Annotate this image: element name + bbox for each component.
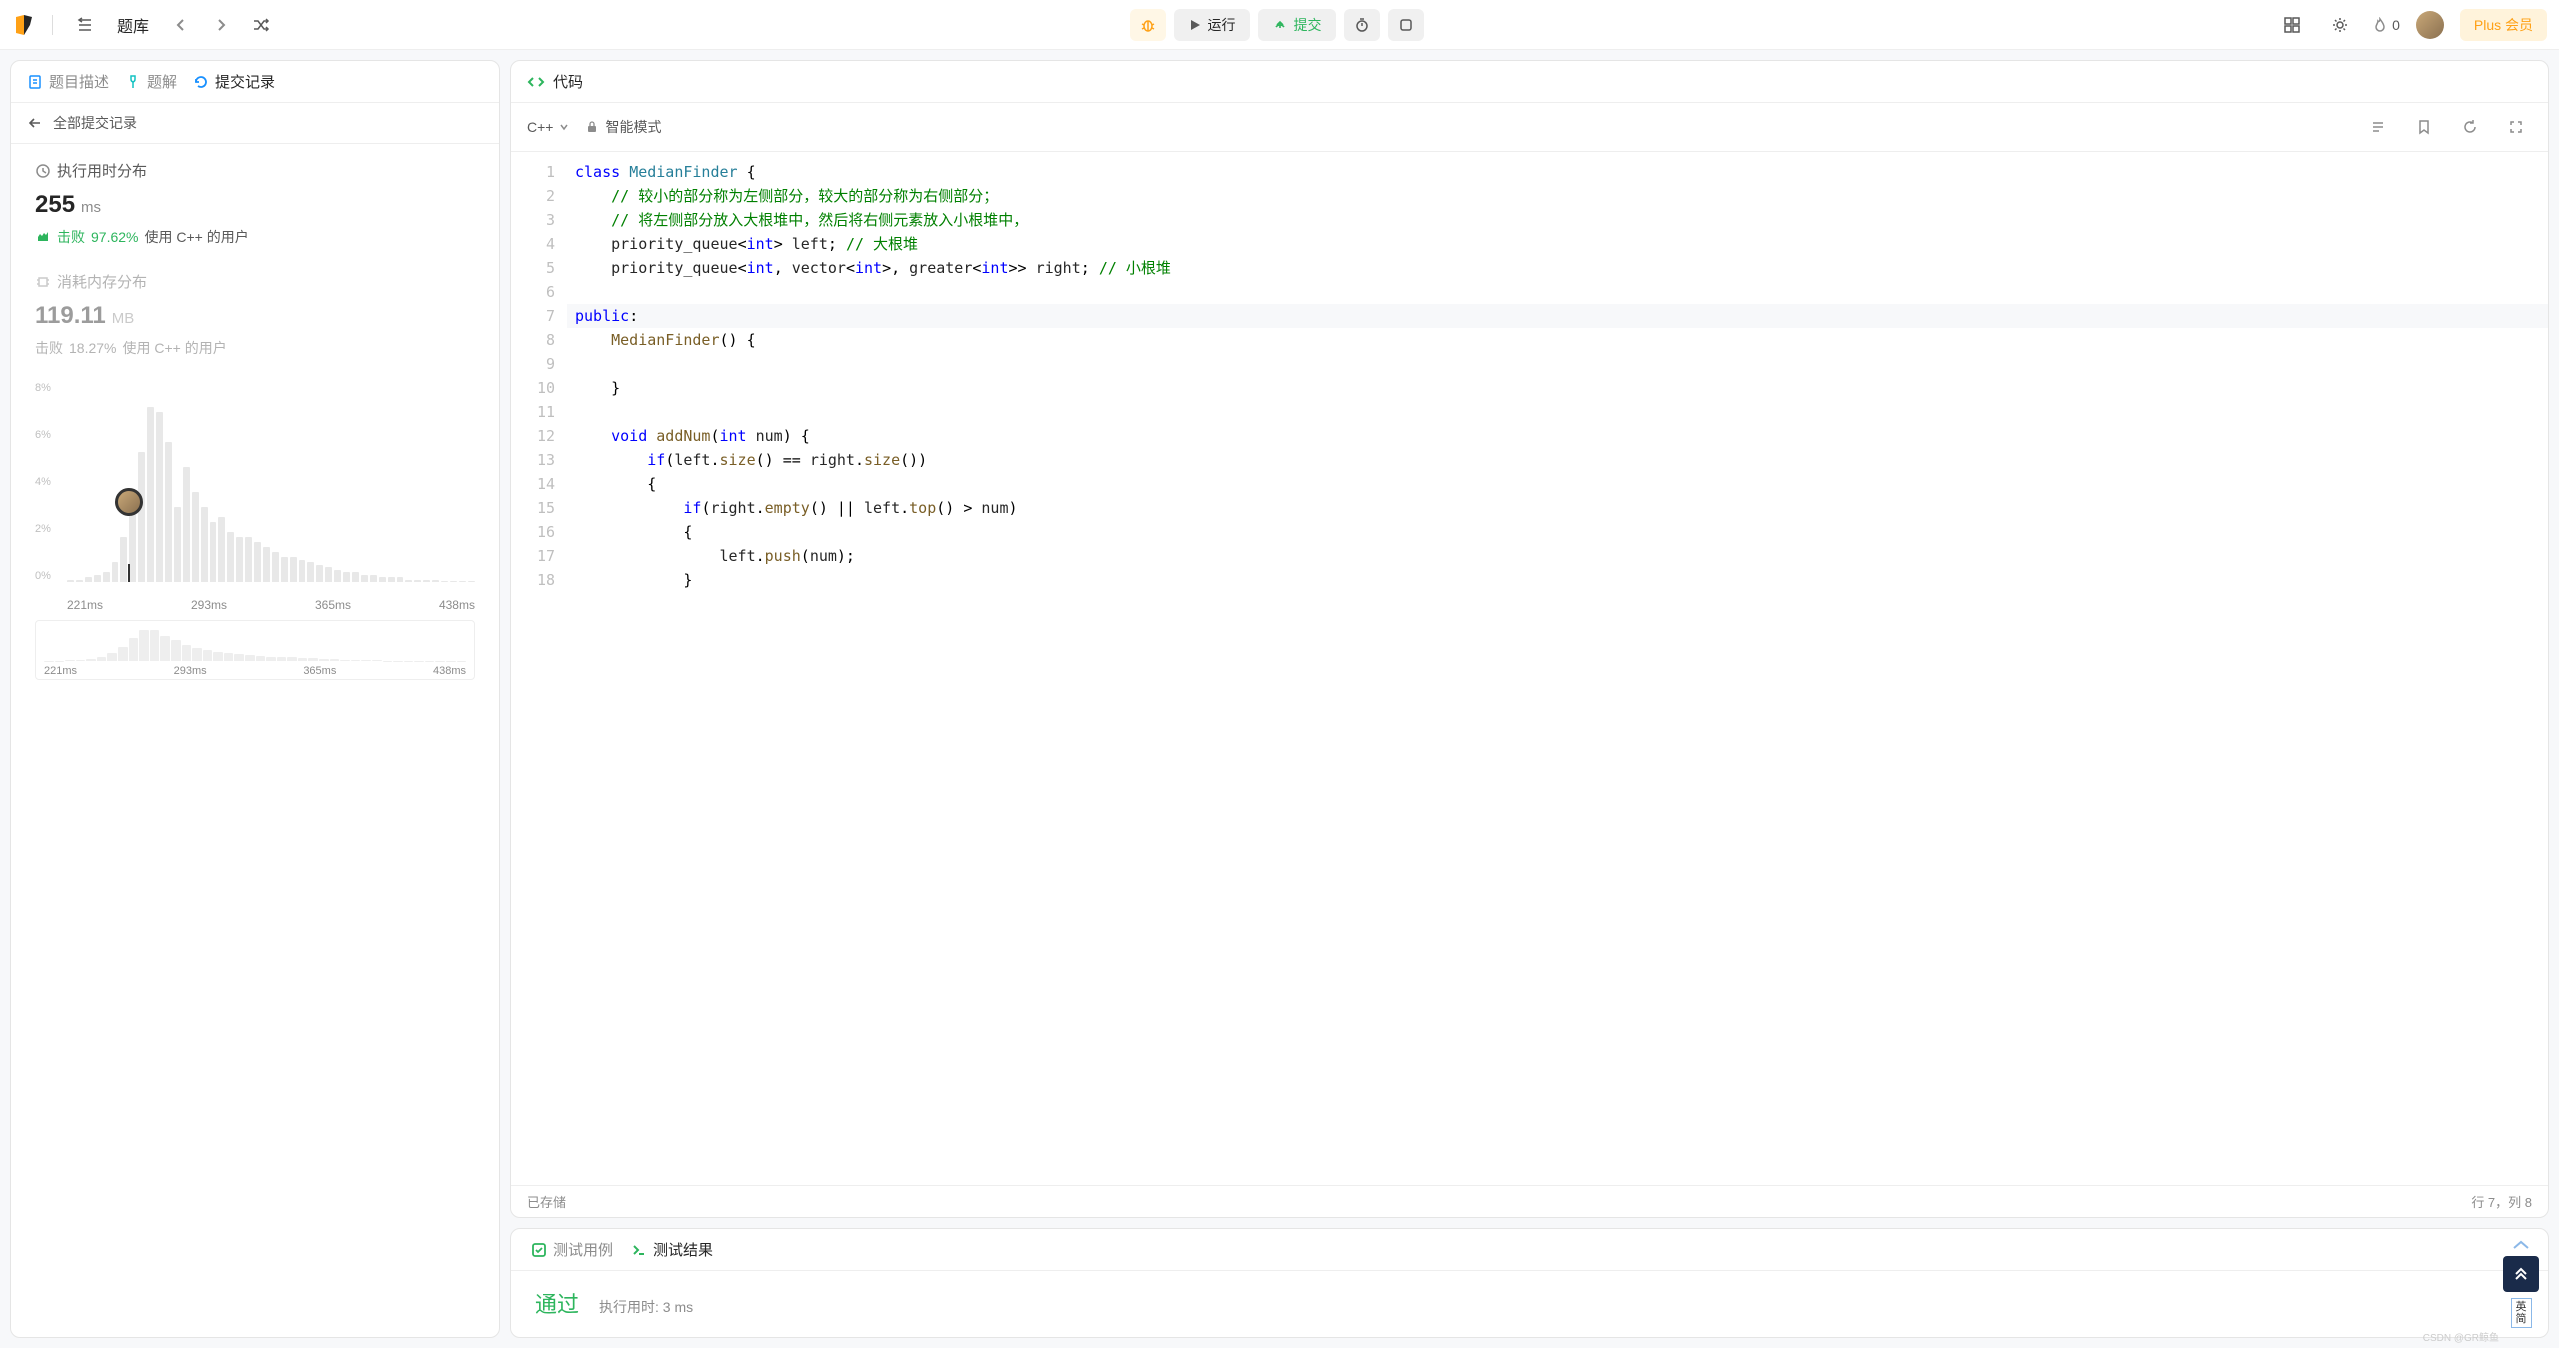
list-icon[interactable]: [69, 9, 101, 41]
code-panel: 代码 C++ 智能模式 1234567891011121314151: [510, 60, 2549, 1218]
cursor-pos: 行 7，列 8: [2471, 1192, 2532, 1211]
problem-list-link[interactable]: 题库: [117, 13, 149, 37]
tab-result[interactable]: 测试结果: [631, 1239, 713, 1260]
clap-icon: [35, 229, 51, 245]
language-select[interactable]: C++: [527, 119, 569, 135]
next-button[interactable]: [205, 9, 237, 41]
tab-solution[interactable]: 题解: [125, 71, 177, 92]
fullscreen-icon[interactable]: [2500, 111, 2532, 143]
ime-indicator[interactable]: 英简: [2511, 1298, 2532, 1328]
watermark: CSDN @GR鲸鱼: [2423, 1329, 2499, 1344]
plus-badge[interactable]: Plus 会员: [2460, 9, 2547, 41]
mini-chart: 221ms293ms365ms438ms: [35, 620, 475, 680]
prev-button[interactable]: [165, 9, 197, 41]
chip-icon: [35, 274, 51, 290]
left-tabs: 题目描述 题解 提交记录: [11, 61, 499, 103]
memory-stat: 消耗内存分布 119.11MB 击败 18.27% 使用 C++ 的用户: [35, 271, 475, 358]
avatar[interactable]: [2416, 11, 2444, 39]
debug-button[interactable]: [1130, 9, 1166, 41]
runtime-chart: 8%6%4%2%0% 221ms293ms365ms438ms: [35, 382, 475, 612]
shuffle-button[interactable]: [245, 9, 277, 41]
check-box-icon: [531, 1242, 547, 1258]
note-button[interactable]: [1388, 9, 1424, 41]
scroll-top-button[interactable]: [2503, 1256, 2539, 1292]
streak[interactable]: 0: [2372, 17, 2400, 33]
terminal-icon: [631, 1242, 647, 1258]
settings-icon[interactable]: [2324, 9, 2356, 41]
result-panel: 测试用例 测试结果 通过 执行用时: 3 ms: [510, 1228, 2549, 1338]
topbar: 题库 运行 提交 0 Plus 会员: [0, 0, 2559, 50]
chevron-up-icon: [2511, 1240, 2531, 1250]
mode-indicator: 智能模式: [585, 117, 661, 137]
lock-icon: [585, 120, 599, 134]
bookmark-icon[interactable]: [2408, 111, 2440, 143]
code-icon: [527, 73, 545, 91]
clock-icon: [35, 163, 51, 179]
runtime-stat: 执行用时分布 255ms 击败 97.62% 使用 C++ 的用户: [35, 160, 475, 247]
user-marker: [115, 488, 143, 516]
submit-button[interactable]: 提交: [1258, 9, 1336, 41]
timer-button[interactable]: [1344, 9, 1380, 41]
run-label: 运行: [1208, 15, 1236, 35]
logo[interactable]: [12, 13, 36, 37]
submit-label: 提交: [1294, 15, 1322, 35]
pass-label: 通过: [535, 1287, 579, 1319]
tab-submissions[interactable]: 提交记录: [193, 71, 275, 92]
format-icon[interactable]: [2362, 111, 2394, 143]
arrow-left-icon: [27, 115, 43, 131]
code-editor[interactable]: 123456789101112131415161718 class Median…: [511, 152, 2548, 1185]
layout-icon[interactable]: [2276, 9, 2308, 41]
saved-status: 已存储: [527, 1192, 566, 1211]
runtime-label: 执行用时: 3 ms: [599, 1297, 693, 1317]
tab-description[interactable]: 题目描述: [27, 71, 109, 92]
tab-testcase[interactable]: 测试用例: [531, 1239, 613, 1260]
run-button[interactable]: 运行: [1174, 9, 1250, 41]
float-buttons: 英简: [2503, 1240, 2539, 1328]
chevron-down-icon: [559, 122, 569, 132]
streak-count: 0: [2392, 17, 2400, 33]
reset-icon[interactable]: [2454, 111, 2486, 143]
back-link[interactable]: 全部提交记录: [11, 103, 499, 144]
left-panel: 题目描述 题解 提交记录 全部提交记录 执行用时分布 255ms 击败 97.6…: [10, 60, 500, 1338]
